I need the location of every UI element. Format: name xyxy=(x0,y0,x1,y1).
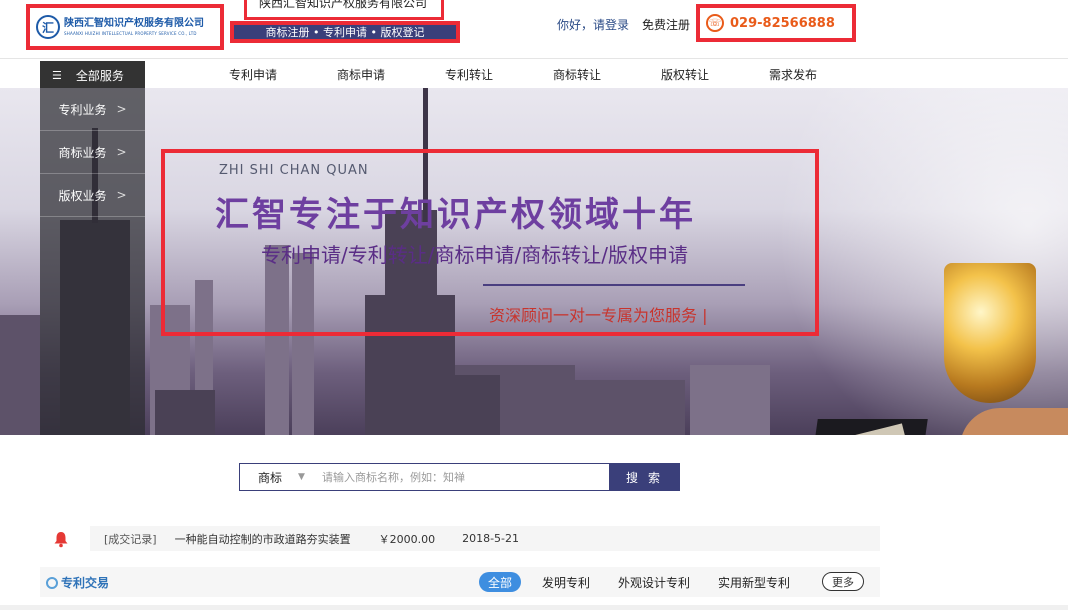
filter-design[interactable]: 外观设计专利 xyxy=(618,572,690,592)
search-category-value: 商标 xyxy=(258,470,283,485)
promo-pinyin: ZHI SHI CHAN QUAN xyxy=(219,163,369,178)
bell-icon xyxy=(54,532,68,548)
nav-item-patent-transfer[interactable]: 专利转让 xyxy=(445,66,493,83)
logo-mark-icon: 汇 xyxy=(36,15,60,39)
search-bar: 商标 ▼ 搜索 xyxy=(239,463,680,491)
side-menu: 专利业务 > 商标业务 > 版权业务 > xyxy=(40,88,145,435)
medal-icon xyxy=(46,576,58,589)
company-name-box: 陕西汇智知识产权服务有限公司 xyxy=(244,0,444,20)
more-button[interactable]: 更多 xyxy=(822,572,864,591)
slogan: 商标注册 • 专利申请 • 版权登记 xyxy=(265,26,425,39)
nav-item-trademark-transfer[interactable]: 商标转让 xyxy=(553,66,601,83)
divider xyxy=(483,284,745,286)
main-nav: ☰ 全部服务 专利申请 商标申请 专利转让 商标转让 版权转让 需求发布 xyxy=(0,58,1068,89)
side-item-copyright[interactable]: 版权业务 > xyxy=(40,174,145,217)
phone-hotline: ☏ 029-82566888 xyxy=(696,4,856,42)
building xyxy=(0,315,40,435)
promo-block: ZHI SHI CHAN QUAN 汇智专注于知识产权领域十年 专利申请/专利转… xyxy=(161,149,819,336)
menu-icon: ☰ xyxy=(52,68,62,82)
phone-number: 029-82566888 xyxy=(730,15,835,31)
company-name: 陕西汇智知识产权服务有限公司 xyxy=(259,0,428,10)
ticker-date: 2018-5-21 xyxy=(462,532,520,545)
trophy-image xyxy=(944,263,1036,403)
login-link[interactable]: 你好，请登录 xyxy=(557,16,629,33)
nav-item-trademark-apply[interactable]: 商标申请 xyxy=(337,66,385,83)
all-services-button[interactable]: ☰ 全部服务 xyxy=(40,61,145,89)
promo-tagline: 资深顾问一对一专属为您服务 | xyxy=(489,306,708,325)
nav-item-copyright-transfer[interactable]: 版权转让 xyxy=(661,66,709,83)
ticker-price: ￥2000.00 xyxy=(378,532,436,546)
logo[interactable]: 汇 陕西汇智知识产权服务有限公司 SHAANXI HUIZHI INTELLEC… xyxy=(26,4,224,50)
logo-english-name: SHAANXI HUIZHI INTELLECTUAL PROPERTY SER… xyxy=(64,30,197,36)
register-link[interactable]: 免费注册 xyxy=(642,16,690,33)
filter-invention[interactable]: 发明专利 xyxy=(542,572,590,592)
search-category-select[interactable]: 商标 ▼ xyxy=(240,464,316,490)
promo-title: 汇智专注于知识产权领域十年 xyxy=(215,195,696,235)
search-button[interactable]: 搜索 xyxy=(609,464,679,490)
chevron-right-icon: > xyxy=(116,145,127,159)
section-title: 专利交易 xyxy=(46,574,109,591)
building xyxy=(690,365,770,435)
search-input[interactable] xyxy=(316,464,609,490)
side-item-patent[interactable]: 专利业务 > xyxy=(40,88,145,131)
building xyxy=(440,375,500,435)
patent-trade-section: 专利交易 全部 发明专利 外观设计专利 实用新型专利 更多 xyxy=(40,567,880,597)
chevron-right-icon: > xyxy=(116,188,127,202)
deal-ticker: [成交记录] 一种能自动控制的市政道路夯实装置 ￥2000.00 2018-5-… xyxy=(90,526,880,551)
promo-subtitle: 专利申请/专利转让/商标申请/商标转让/版权申请 xyxy=(261,243,688,267)
building xyxy=(575,380,685,435)
ticker-label: [成交记录] xyxy=(104,532,157,546)
nav-item-patent-apply[interactable]: 专利申请 xyxy=(229,66,277,83)
side-item-trademark[interactable]: 商标业务 > xyxy=(40,131,145,174)
logo-name: 陕西汇智知识产权服务有限公司 xyxy=(64,17,204,29)
all-services-label: 全部服务 xyxy=(75,68,124,83)
filter-all[interactable]: 全部 xyxy=(479,572,522,592)
ticker-item-title[interactable]: 一种能自动控制的市政道路夯实装置 xyxy=(175,531,351,547)
building xyxy=(155,390,215,435)
phone-icon: ☏ xyxy=(706,14,724,32)
filter-utility[interactable]: 实用新型专利 xyxy=(718,572,790,592)
chevron-down-icon: ▼ xyxy=(298,472,305,482)
slogan-box: 商标注册 • 专利申请 • 版权登记 xyxy=(230,21,460,43)
chevron-right-icon: > xyxy=(116,102,127,116)
nav-item-demand-publish[interactable]: 需求发布 xyxy=(769,66,817,83)
header: 汇 陕西汇智知识产权服务有限公司 SHAANXI HUIZHI INTELLEC… xyxy=(0,0,1068,57)
